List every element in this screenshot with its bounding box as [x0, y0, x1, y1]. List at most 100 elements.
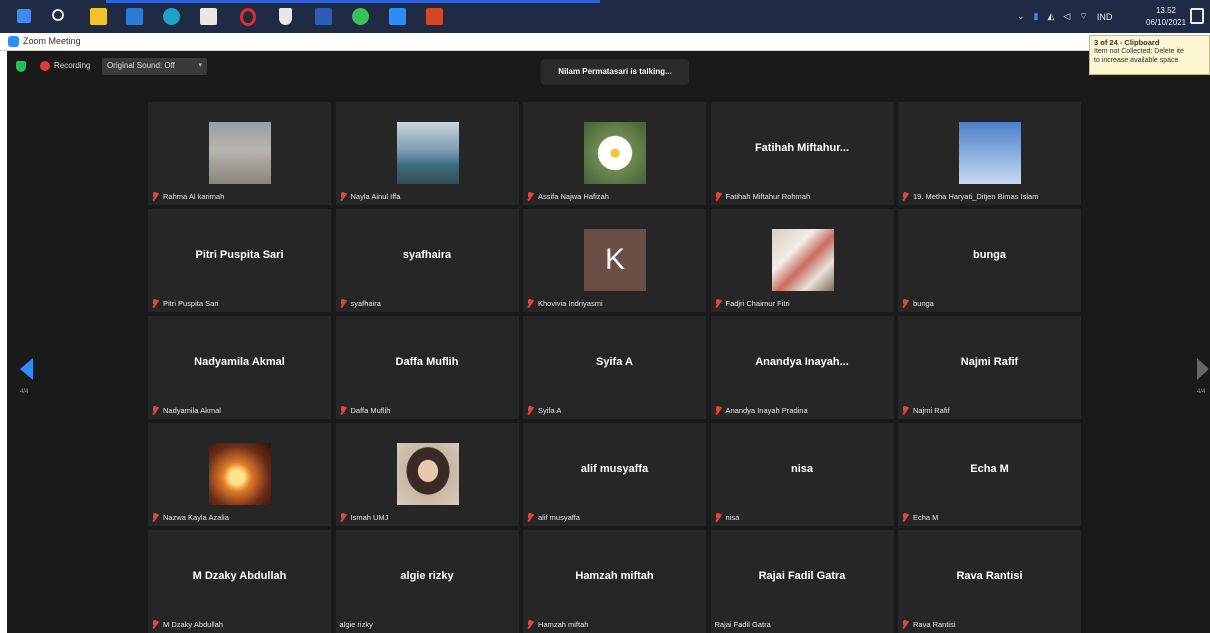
muted-mic-icon [340, 192, 347, 201]
participant-display-name: Rava Rantisi [956, 570, 1023, 582]
participant-tile[interactable]: Najmi Rafif Najmi Rafif [898, 316, 1081, 419]
whatsapp-icon[interactable] [352, 8, 369, 25]
participant-tile[interactable]: 19. Metha Haryati_Ditjen Bimas Islam [898, 102, 1081, 205]
clipboard-message-line1: Item not Collected: Delete ite [1094, 48, 1184, 55]
zoom-logo-icon [8, 36, 19, 47]
taskbar-clock[interactable]: 13.52 06/10/2021 [1146, 5, 1186, 29]
participant-tile[interactable]: Assifa Najwa Hafizah [523, 102, 706, 205]
participant-tile[interactable]: Fatihah Miftahur... Fatihah Miftahur Rohm… [710, 102, 894, 205]
muted-mic-icon [152, 513, 159, 522]
participant-display-name: Pitri Puspita Sari [195, 249, 284, 261]
participant-name-label: Fadjri Chairnur Fitri [715, 299, 790, 308]
participant-tile[interactable]: Nazwa Kayla Azalia [148, 423, 331, 526]
participant-tile[interactable]: Nadyamila Akmal Nadyamila Akmal [148, 316, 331, 419]
muted-mic-icon [527, 406, 534, 415]
participant-name-label: Fatihah Miftahur Rohmah [715, 192, 811, 201]
participant-tile[interactable]: nisa nisa [710, 423, 894, 526]
bluetooth-icon[interactable]: ▮ [1034, 11, 1039, 22]
shield-app-icon[interactable] [279, 8, 292, 25]
participant-tile[interactable]: Syifa A Syifa A [523, 316, 706, 419]
participant-tile[interactable]: Rajai Fadil Gatra Rajai Fadil Gatra [710, 530, 894, 633]
participant-initial-avatar: K [584, 229, 646, 291]
powerpoint-icon[interactable] [426, 8, 443, 25]
system-tray: ⌄ ▮ ◭ ◁ ⌔ IND [1017, 0, 1121, 33]
participant-name: Hamzah miftah [538, 620, 589, 629]
participant-name-label: Nadyamila Akmal [152, 406, 221, 415]
participant-display-name: algie rizky [400, 570, 454, 582]
participant-name-label: alif musyaffa [527, 513, 580, 522]
participant-name-label: Assifa Najwa Hafizah [527, 192, 609, 201]
edge-browser-icon[interactable] [163, 8, 180, 25]
chevron-up-icon[interactable]: ⌄ [1017, 11, 1025, 22]
participant-display-name: Nadyamila Akmal [194, 356, 285, 368]
participant-tile[interactable]: Pitri Puspita Sari Pitri Puspita Sari [148, 209, 331, 312]
participant-name: Najmi Rafif [913, 406, 950, 415]
participant-tile[interactable]: Daffa Muflih Daffa Muflih [335, 316, 519, 419]
windows-start-icon[interactable] [17, 9, 31, 23]
participant-tile[interactable]: Ismah UMJ [335, 423, 519, 526]
address-strip [106, 0, 600, 3]
word-icon[interactable] [315, 8, 332, 25]
participant-gallery: Rahma Al karimah Nayla Ainul Iffa Assifa N… [148, 102, 1082, 633]
clipboard-notification[interactable]: 3 of 24 - Clipboard Item not Collected: … [1089, 35, 1210, 75]
participant-name: Fatihah Miftahur Rohmah [725, 192, 811, 201]
participant-name: Rahma Al karimah [163, 192, 225, 201]
participant-display-name: Daffa Muflih [395, 356, 459, 368]
participant-name-label: algie rizky [340, 620, 373, 629]
participant-tile[interactable]: Rava Rantisi Rava Rantisi [898, 530, 1081, 633]
security-shield-icon[interactable] [16, 61, 26, 72]
zoom-app-icon[interactable] [389, 8, 406, 25]
next-page-arrow-icon[interactable] [1197, 358, 1209, 380]
muted-mic-icon [902, 406, 909, 415]
page-indicator-left: 4/4 [20, 389, 29, 395]
window-title: Zoom Meeting [23, 36, 81, 46]
participant-tile[interactable]: bunga bunga [898, 209, 1081, 312]
participant-tile[interactable]: Anandya Inayah... Anandya Inayah Pradina [710, 316, 894, 419]
participant-tile[interactable]: Fadjri Chairnur Fitri [710, 209, 894, 312]
participant-tile[interactable]: K Khovivia Indriyasmi [523, 209, 706, 312]
notification-center-icon[interactable] [1190, 8, 1204, 24]
volume-icon[interactable]: ◁ [1063, 11, 1070, 22]
chevron-down-icon[interactable]: ▾ [198, 61, 202, 69]
participant-name: alif musyaffa [538, 513, 580, 522]
participant-photo [771, 229, 834, 291]
participant-name-label: Ismah UMJ [340, 513, 388, 522]
participant-tile[interactable]: algie rizky algie rizky [335, 530, 519, 633]
participant-name-label: Najmi Rafif [902, 406, 950, 415]
participant-name: algie rizky [339, 620, 373, 629]
clipboard-message-line2: to increase available space [1094, 57, 1179, 64]
participant-tile[interactable]: Echa M Echa M [898, 423, 1081, 526]
file-explorer-icon[interactable] [90, 8, 107, 25]
participant-display-name: Syifa A [596, 356, 633, 368]
meeting-area: Recording Original Sound: Off ▾ Nilam Pe… [7, 51, 1210, 633]
participant-tile[interactable]: alif musyaffa alif musyaffa [523, 423, 706, 526]
network-icon[interactable]: ◭ [1048, 11, 1055, 22]
participant-tile[interactable]: Nayla Ainul Iffa [335, 102, 519, 205]
participant-name-label: Daffa Muflih [340, 406, 390, 415]
wifi-icon[interactable]: ⌔ [1079, 11, 1087, 22]
participant-tile[interactable]: Rahma Al karimah [148, 102, 331, 205]
participant-display-name: Hamzah miftah [575, 570, 654, 582]
participant-name: Anandya Inayah Pradina [725, 406, 808, 415]
participant-display-name: syafhaira [402, 249, 452, 261]
original-sound-button[interactable]: Original Sound: Off ▾ [102, 58, 207, 75]
participant-display-name: Rajai Fadil Gatra [758, 570, 846, 582]
clock-time: 13.52 [1155, 6, 1177, 15]
participant-tile[interactable]: syafhaira syafhaira [335, 209, 519, 312]
participant-tile[interactable]: M Dzaky Abdullah M Dzaky Abdullah [148, 530, 331, 633]
recording-icon [40, 61, 50, 71]
participant-name-label: Echa M [902, 513, 938, 522]
muted-mic-icon [715, 406, 722, 415]
mail-icon[interactable] [126, 8, 143, 25]
store-icon[interactable] [200, 8, 217, 25]
language-indicator[interactable]: IND [1097, 12, 1113, 22]
participant-name-label: Nayla Ainul Iffa [340, 192, 400, 201]
search-icon[interactable] [52, 9, 64, 21]
participant-display-name: nisa [790, 463, 813, 475]
muted-mic-icon [152, 620, 159, 629]
participant-name: Echa M [913, 513, 939, 522]
opera-icon[interactable] [240, 8, 256, 26]
muted-mic-icon [152, 406, 159, 415]
participant-tile[interactable]: Hamzah miftah Hamzah miftah [523, 530, 706, 633]
previous-page-arrow-icon[interactable] [20, 358, 33, 380]
